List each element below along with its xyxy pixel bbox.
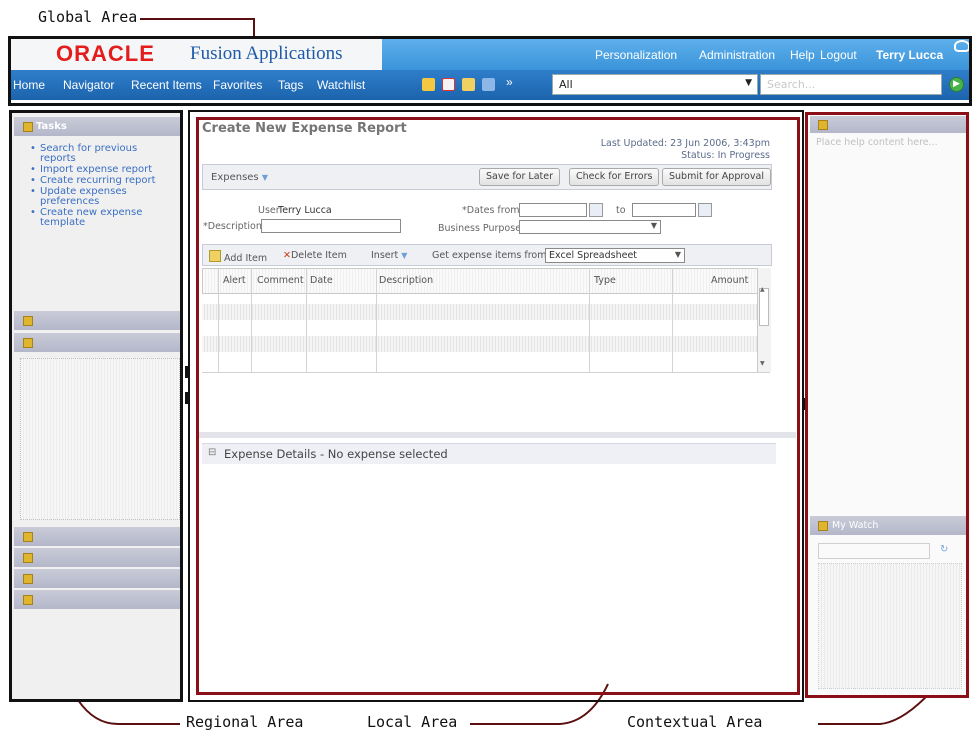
contextual-area-highlight [805, 112, 969, 698]
global-area-frame [8, 36, 972, 106]
local-area-frame [188, 110, 804, 702]
regional-area-frame [9, 110, 183, 702]
